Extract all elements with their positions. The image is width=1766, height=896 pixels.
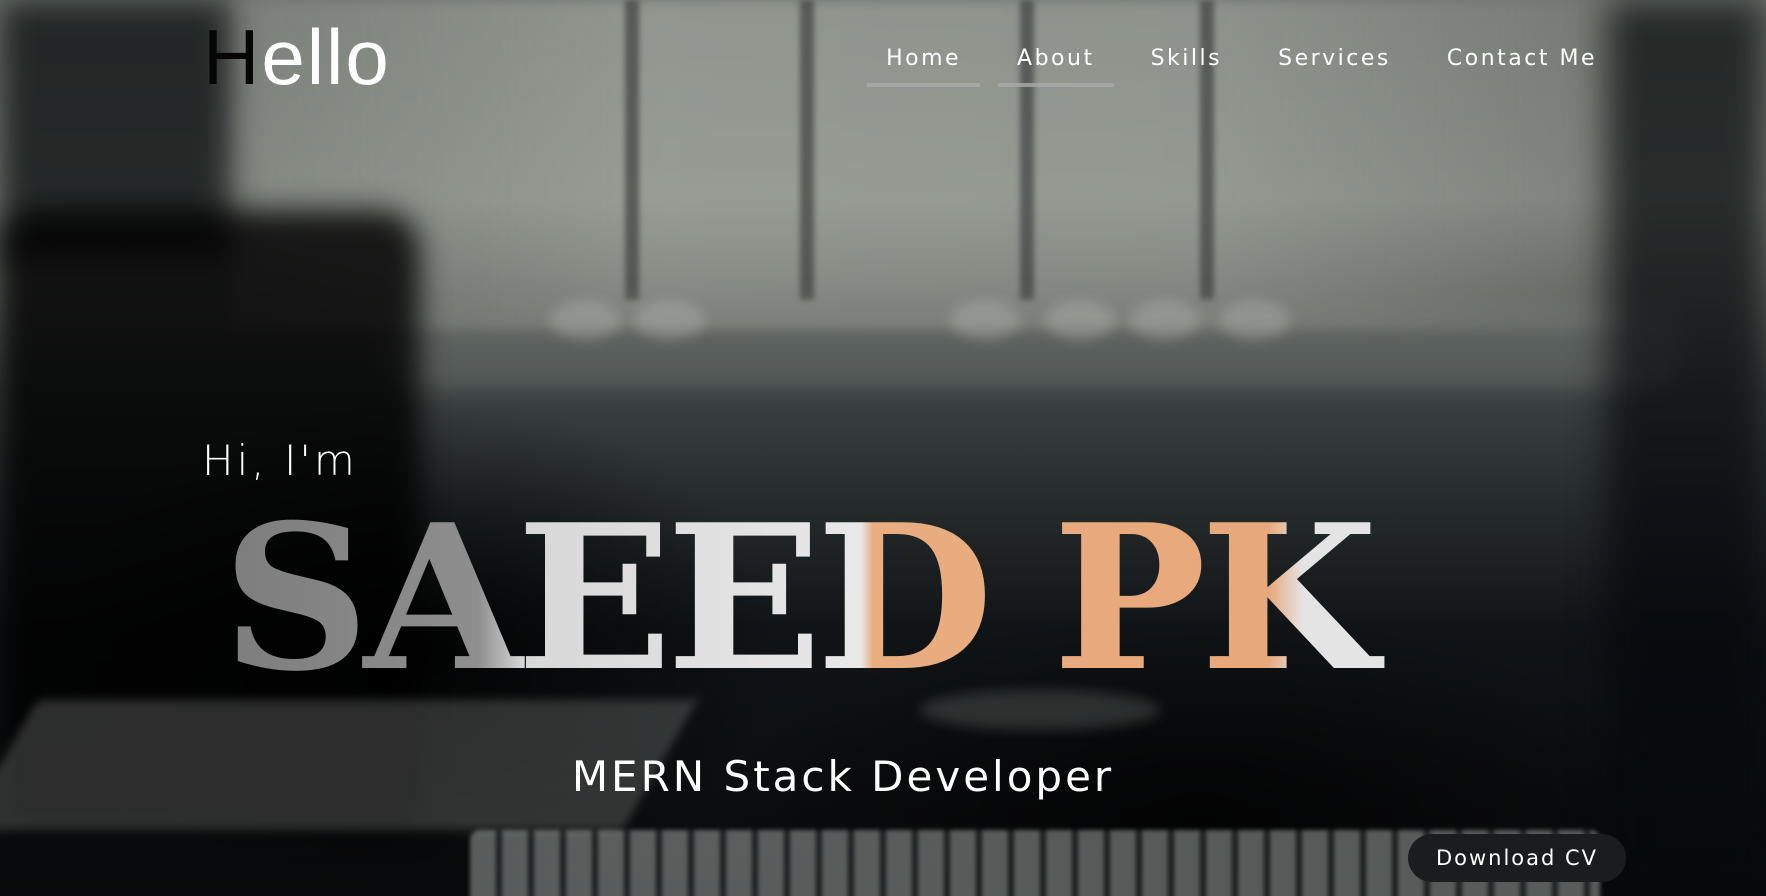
- nav-home[interactable]: Home: [867, 40, 981, 87]
- hero-section: Hello Home About Skills Services Contact…: [0, 0, 1766, 896]
- nav-contact-me[interactable]: Contact Me: [1428, 40, 1616, 87]
- hero-name-text: SAEED PK: [222, 481, 1384, 716]
- hero-name-graphic: SAEED PK: [222, 481, 1390, 716]
- logo[interactable]: Hello: [203, 18, 391, 96]
- background-cup: [1220, 300, 1290, 340]
- background-rod: [625, 0, 639, 300]
- background-cup: [950, 300, 1020, 340]
- nav-about[interactable]: About: [998, 40, 1114, 87]
- background-cup: [1045, 300, 1115, 340]
- background-cup: [1130, 300, 1200, 340]
- main-nav: Home About Skills Services Contact Me: [849, 40, 1616, 87]
- logo-rest: ello: [261, 13, 391, 101]
- download-cv-button[interactable]: Download CV: [1408, 834, 1626, 882]
- role-subtitle: MERN Stack Developer: [571, 752, 1115, 801]
- nav-skills[interactable]: Skills: [1132, 40, 1242, 87]
- greeting: Hi, I'm: [202, 436, 358, 485]
- background-rod: [800, 0, 814, 300]
- nav-services[interactable]: Services: [1259, 40, 1410, 87]
- logo-first-letter: H: [203, 13, 262, 101]
- background-cup: [635, 300, 705, 340]
- background-cup: [550, 300, 620, 340]
- hero-name: SAEED PK: [222, 481, 1422, 735]
